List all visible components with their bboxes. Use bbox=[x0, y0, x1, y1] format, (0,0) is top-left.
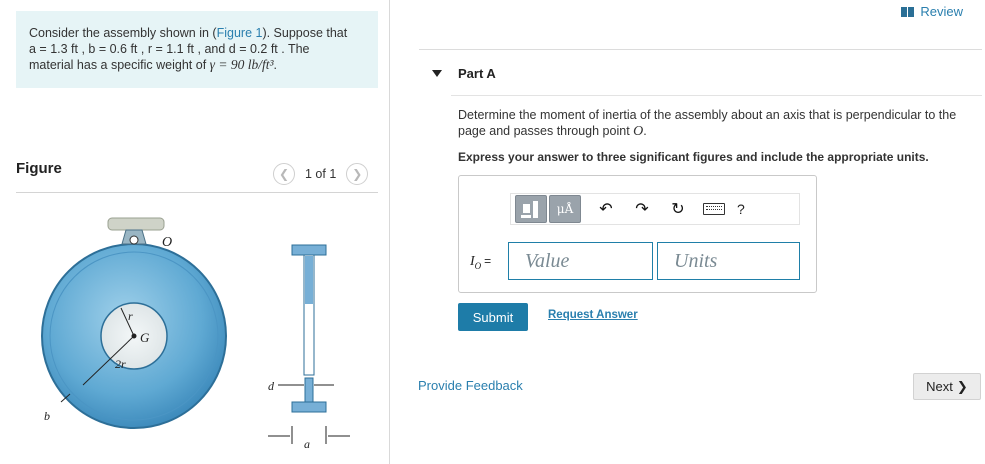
reset-icon[interactable]: ↻ bbox=[667, 198, 689, 220]
problem-line-2: a = 1.3 ft , b = 0.6 ft , r = 1.1 ft , a… bbox=[29, 42, 310, 56]
caret-down-icon bbox=[432, 70, 442, 77]
side-view-top-flange bbox=[291, 244, 327, 256]
prev-figure-button[interactable]: ❮ bbox=[273, 163, 295, 185]
submit-button[interactable]: Submit bbox=[458, 303, 528, 331]
label-r: r bbox=[128, 309, 133, 323]
undo-icon[interactable]: ↶ bbox=[595, 198, 617, 220]
book-icon bbox=[901, 6, 915, 17]
figure-link[interactable]: Figure 1 bbox=[217, 26, 263, 40]
chevron-right-icon: ❯ bbox=[956, 378, 968, 394]
value-input[interactable] bbox=[508, 242, 653, 280]
problem-statement: Consider the assembly shown in (Figure 1… bbox=[16, 11, 378, 88]
request-answer-link[interactable]: Request Answer bbox=[548, 309, 638, 321]
math-toolbar: μÅ ↶ ↷ ↻ ? bbox=[510, 193, 800, 225]
answer-panel: μÅ ↶ ↷ ↻ ? IO = bbox=[458, 175, 817, 293]
figure-pager: ❮ 1 of 1 ❯ bbox=[273, 163, 369, 185]
point-O: O bbox=[633, 124, 644, 139]
problem-line-3: material has a specific weight of γ = 90… bbox=[29, 57, 277, 72]
specific-weight-value: γ = 90 lb/ft³ bbox=[209, 57, 274, 72]
side-view-bottom-flange bbox=[291, 401, 327, 413]
support-bracket bbox=[107, 217, 165, 231]
redo-icon[interactable]: ↷ bbox=[631, 198, 653, 220]
header-divider bbox=[419, 49, 982, 50]
label-G: G bbox=[140, 330, 150, 345]
figure-heading: Figure bbox=[16, 160, 62, 177]
next-label: Next bbox=[926, 379, 953, 394]
label-a: a bbox=[304, 437, 310, 451]
next-button[interactable]: Next ❯ bbox=[913, 373, 981, 400]
part-divider bbox=[451, 95, 982, 96]
keyboard-icon[interactable] bbox=[703, 203, 725, 215]
problem-line-1: Consider the assembly shown in (Figure 1… bbox=[29, 26, 348, 40]
side-view-lower-web bbox=[304, 377, 314, 403]
pivot-pin bbox=[129, 235, 139, 245]
label-b: b bbox=[44, 409, 50, 423]
chevron-left-icon: ❮ bbox=[278, 167, 290, 181]
question-text: Determine the moment of inertia of the a… bbox=[458, 108, 957, 139]
figure-page-indicator: 1 of 1 bbox=[305, 167, 337, 181]
review-link[interactable]: Review bbox=[901, 4, 963, 19]
label-O: O bbox=[162, 235, 172, 250]
assembly-figure: O G r 2r b d a bbox=[41, 217, 350, 451]
answer-instruction: Express your answer to three significant… bbox=[458, 150, 929, 164]
review-label: Review bbox=[920, 4, 963, 19]
side-view-upper-web bbox=[305, 256, 313, 304]
chevron-right-icon: ❯ bbox=[352, 167, 363, 181]
label-2r: 2r bbox=[115, 357, 126, 371]
help-icon[interactable]: ? bbox=[737, 201, 745, 217]
label-d: d bbox=[268, 379, 275, 393]
column-divider bbox=[389, 0, 390, 464]
provide-feedback-link[interactable]: Provide Feedback bbox=[418, 378, 523, 393]
next-figure-button[interactable]: ❯ bbox=[346, 163, 369, 185]
answer-label: IO = bbox=[470, 254, 492, 271]
part-a-header[interactable]: Part A bbox=[432, 66, 496, 81]
units-input[interactable] bbox=[657, 242, 800, 280]
figure-divider bbox=[16, 192, 378, 193]
templates-button[interactable] bbox=[515, 195, 547, 223]
units-button[interactable]: μÅ bbox=[549, 195, 581, 223]
part-title: Part A bbox=[458, 66, 496, 81]
